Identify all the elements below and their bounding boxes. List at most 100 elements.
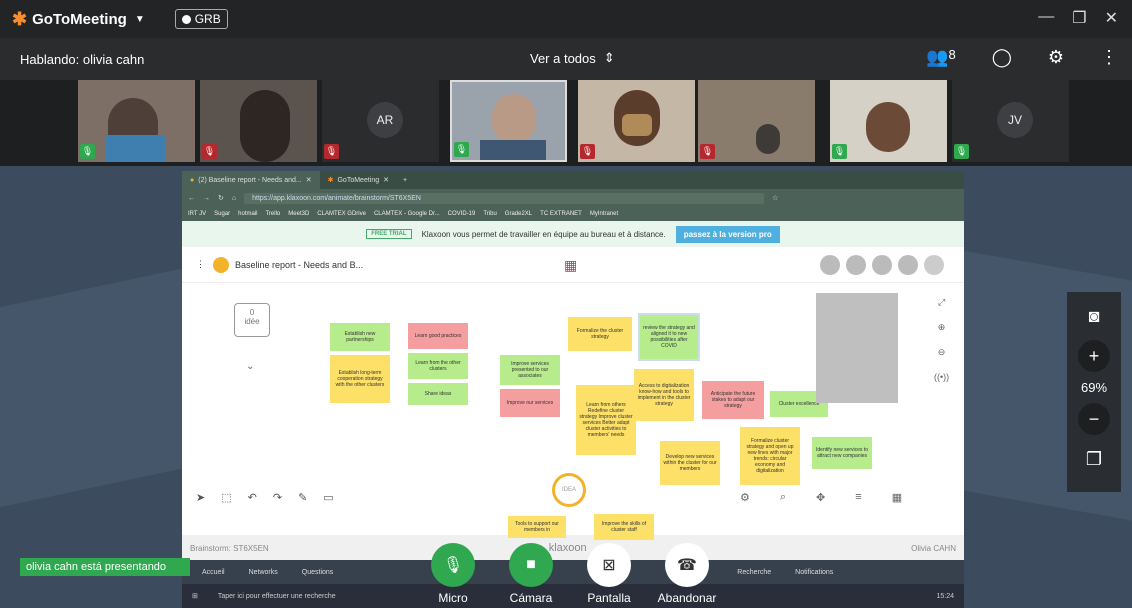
app-menu[interactable]: ✱ GoToMeeting ▼ — [12, 9, 145, 30]
pause-icon[interactable] — [820, 255, 840, 275]
new-tab-icon[interactable]: + — [403, 177, 407, 184]
windows-start-icon[interactable]: ⊞ — [192, 592, 198, 600]
nav-item-notifications[interactable]: Notifications — [795, 569, 833, 576]
timer-icon[interactable] — [846, 255, 866, 275]
sticky-note[interactable]: Develop new services within the cluster … — [660, 441, 720, 485]
close-icon[interactable]: ✕ — [306, 176, 312, 184]
sticky-note[interactable]: Establish new partnerships — [330, 323, 390, 351]
views-icon[interactable]: ▦ — [892, 491, 902, 504]
bookmark-item[interactable]: Trello — [265, 211, 280, 217]
search-icon[interactable]: ⌕ — [780, 491, 786, 504]
gear-icon[interactable]: ⚙ — [1048, 47, 1064, 68]
idea-button[interactable]: IDEA — [552, 473, 586, 507]
sticky-note[interactable]: Formalize the cluster strategy — [568, 317, 632, 351]
browser-tab[interactable]: ✱ GoToMeeting ✕ — [320, 171, 397, 189]
image-icon[interactable]: ▭ — [323, 491, 333, 504]
sticky-note[interactable]: Anticipate the future stakes to adapt ou… — [702, 381, 764, 419]
move-icon[interactable]: ✥ — [816, 491, 825, 504]
home-icon[interactable]: ⌂ — [232, 195, 236, 202]
bookmark-item[interactable]: CLAMTEX GDrive — [317, 211, 366, 217]
sticky-note[interactable]: Learn good practices — [408, 323, 468, 349]
zoom-out-button[interactable]: − — [1078, 403, 1110, 435]
chevron-down-icon[interactable]: ⌄ — [246, 361, 254, 372]
minimize-icon[interactable]: — — [1038, 8, 1054, 28]
bookmark-item[interactable]: MyIntranet — [590, 211, 618, 217]
bookmark-item[interactable]: Tribu — [483, 211, 496, 217]
participant-tile[interactable]: 🎙 — [200, 80, 317, 162]
bookmark-item[interactable]: Grade2XL — [505, 211, 532, 217]
sticky-note[interactable]: Share ideas — [408, 383, 468, 405]
minimap[interactable] — [816, 293, 898, 403]
grb-toggle[interactable]: GRB — [174, 9, 228, 29]
fullscreen-icon[interactable]: ⤢ — [938, 297, 945, 308]
browser-tab[interactable]: ● (2) Baseline report - Needs and... ✕ — [182, 171, 320, 189]
nav-item-recherche[interactable]: Recherche — [737, 569, 771, 576]
bookmark-item[interactable]: IRT JV — [188, 211, 206, 217]
leave-button[interactable]: ☎ — [665, 543, 709, 587]
broadcast-icon[interactable]: ((•)) — [934, 372, 949, 382]
participants-button[interactable]: 👥8 — [926, 47, 956, 68]
participant-tile-active[interactable]: 🎙 — [450, 80, 567, 162]
sticky-note[interactable]: Learn from the other clusters — [408, 353, 468, 379]
mic-button[interactable]: 🎙 — [431, 543, 475, 587]
draw-icon[interactable]: ✎ — [298, 491, 307, 504]
participant-tile[interactable]: 🎙 — [578, 80, 695, 162]
user-icon[interactable] — [924, 255, 944, 275]
participants-icon[interactable] — [898, 255, 918, 275]
close-icon[interactable]: ✕ — [1105, 8, 1118, 28]
camera-label: Cámara — [509, 591, 553, 605]
participant-tile[interactable]: 🎙 — [698, 80, 815, 162]
bookmark-item[interactable]: CLAMTEX - Google Dr... — [374, 211, 440, 217]
sticky-note[interactable]: review the strategy and aligned it to ne… — [638, 313, 700, 361]
participant-tile[interactable]: 🎙 — [78, 80, 195, 162]
zoom-out-icon[interactable]: ⊖ — [938, 347, 946, 358]
sticky-note[interactable]: Improve the skills of cluster staff — [594, 514, 654, 540]
sticky-note[interactable]: Establish long-term cooperation strategy… — [330, 355, 390, 403]
more-options-icon[interactable]: ⋮ — [1100, 47, 1118, 68]
screen-share-button[interactable]: ⊠ — [587, 543, 631, 587]
bookmark-item[interactable]: hotmail — [238, 211, 257, 217]
sticky-note[interactable]: Improve services presented to our associ… — [500, 355, 560, 385]
menu-dots-icon[interactable]: ⋮ — [196, 259, 205, 270]
capture-icon[interactable]: ⚙ — [740, 491, 750, 504]
sticky-note[interactable]: Formalize cluster strategy and open up n… — [740, 427, 800, 485]
back-icon[interactable]: ← — [188, 195, 195, 202]
sticky-note[interactable]: Access to digitalization know-how and to… — [634, 369, 694, 421]
participant-tile[interactable]: JV 🎙 — [952, 80, 1069, 162]
upgrade-button[interactable]: passez à la version pro — [675, 225, 780, 243]
undo-icon[interactable]: ↶ — [248, 491, 257, 504]
view-mode-selector[interactable]: Ver a todos ⇕ — [530, 50, 615, 66]
redo-icon[interactable]: ↷ — [273, 491, 282, 504]
bookmark-item[interactable]: Sugar — [214, 211, 230, 217]
taskbar-search[interactable]: Taper ici pour effectuer une recherche — [218, 593, 336, 600]
nav-item-accueil[interactable]: Accueil — [202, 569, 225, 576]
bookmark-item[interactable]: COVID-19 — [448, 211, 476, 217]
bookmark-item[interactable]: TC EXTRANET — [540, 211, 582, 217]
reload-icon[interactable]: ↻ — [218, 194, 224, 202]
select-icon[interactable]: ⬚ — [221, 491, 231, 504]
sticky-note[interactable]: Learn from others Redefine cluster strat… — [576, 385, 636, 455]
options-icon[interactable]: ≡ — [855, 491, 861, 504]
close-icon[interactable]: ✕ — [383, 176, 389, 184]
bookmark-item[interactable]: Meet3D — [288, 211, 309, 217]
camera-button[interactable]: ■ — [509, 543, 553, 587]
sticky-note[interactable]: Identify new services to attract new com… — [812, 437, 872, 469]
sticky-note[interactable]: Improve our services — [500, 389, 560, 417]
bookmark-star-icon[interactable]: ☆ — [772, 194, 778, 202]
camera-snapshot-icon[interactable]: ◙ — [1078, 300, 1110, 332]
sticky-note[interactable]: Tools to support our members in — [508, 516, 566, 538]
nav-item-networks[interactable]: Networks — [249, 569, 278, 576]
restore-icon[interactable]: ❐ — [1072, 8, 1086, 28]
fit-screen-icon[interactable]: ❐ — [1078, 443, 1110, 475]
address-input[interactable]: https://app.klaxoon.com/animate/brainsto… — [244, 192, 765, 204]
zoom-in-icon[interactable]: ⊕ — [938, 322, 946, 333]
participant-tile[interactable]: 🎙 — [830, 80, 947, 162]
cursor-icon[interactable]: ➤ — [196, 491, 205, 504]
forward-icon[interactable]: → — [203, 195, 210, 202]
participant-tile[interactable]: AR 🎙 — [322, 80, 439, 162]
zoom-in-button[interactable]: + — [1078, 340, 1110, 372]
nav-item-questions[interactable]: Questions — [302, 569, 334, 576]
presenter-banner: olivia cahn está presentando — [20, 558, 190, 576]
filter-icon[interactable] — [872, 255, 892, 275]
chat-icon[interactable]: ◯ — [992, 47, 1012, 68]
